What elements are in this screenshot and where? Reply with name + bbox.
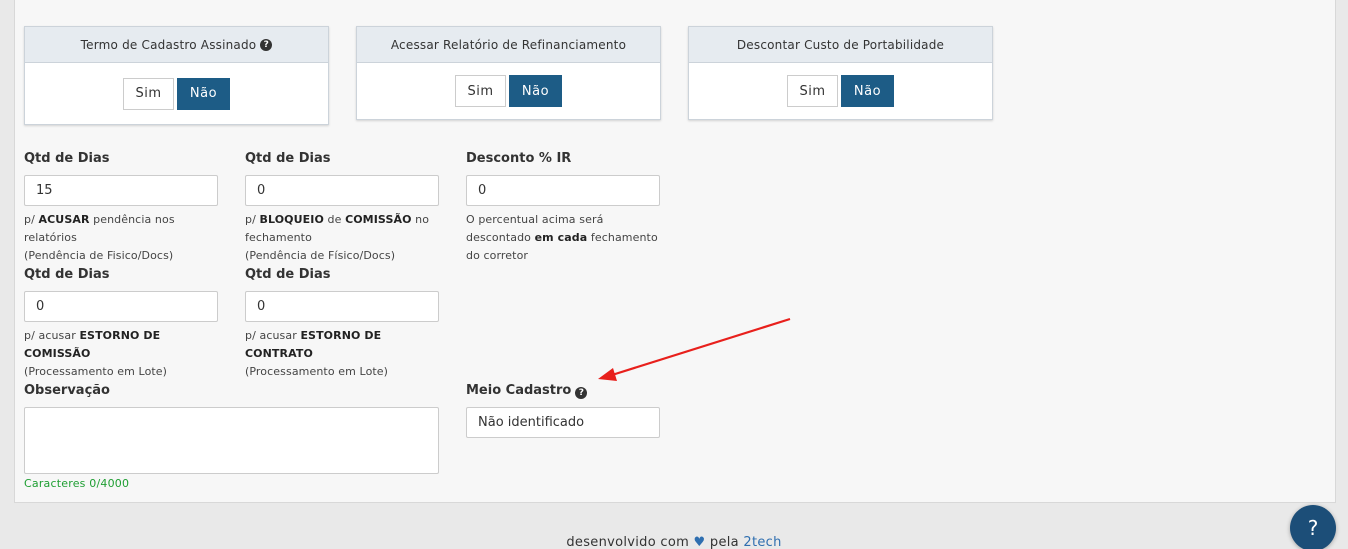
card-title: Termo de Cadastro Assinado [80, 37, 257, 52]
dias-estorno-contrato-input[interactable]: 0 [245, 291, 439, 322]
card-relatorio-refinanciamento: Acessar Relatório de Refinanciamento Sim… [356, 26, 661, 120]
nao-button[interactable]: Não [177, 77, 230, 110]
desconto-ir-input[interactable]: 0 [466, 175, 660, 206]
field-label: Qtd de Dias [245, 151, 331, 166]
field-observacao: Observação Caracteres 0/4000 [24, 383, 439, 490]
field-dias-pendencia: Qtd de Dias 15 p/ ACUSAR pendência nos r… [24, 151, 219, 265]
field-help: O percentual acima será descontado em ca… [466, 213, 658, 262]
char-counter: Caracteres 0/4000 [24, 477, 130, 490]
field-label: Desconto % IR [466, 151, 572, 166]
sim-button[interactable]: Sim [123, 77, 174, 110]
field-help: p/ ACUSAR pendência nos relatórios (Pendê… [24, 213, 175, 262]
field-label: Qtd de Dias [24, 267, 110, 282]
footer: desenvolvido com ♥ pela 2tech [566, 535, 782, 549]
card-header: Acessar Relatório de Refinanciamento [357, 27, 660, 63]
field-help: p/ acusar ESTORNO DE CONTRATO (Processame… [245, 329, 389, 378]
field-meio-cadastro: Meio Cadastro? Não identificado [466, 383, 661, 438]
dias-pendencia-input[interactable]: 15 [24, 175, 218, 206]
card-header: Termo de Cadastro Assinado ? [25, 27, 328, 63]
sim-button[interactable]: Sim [455, 75, 506, 107]
field-label: Qtd de Dias [24, 151, 110, 166]
brand-link[interactable]: 2tech [743, 535, 781, 549]
field-dias-estorno-comissao: Qtd de Dias 0 p/ acusar ESTORNO DE COMIS… [24, 267, 219, 381]
help-button[interactable]: ? [1290, 505, 1336, 549]
sim-button[interactable]: Sim [787, 75, 838, 107]
field-label: Qtd de Dias [245, 267, 331, 282]
card-title: Acessar Relatório de Refinanciamento [390, 37, 627, 52]
question-icon[interactable]: ? [575, 387, 588, 399]
field-label: Meio Cadastro? [466, 383, 661, 403]
nao-button[interactable]: Não [841, 75, 894, 107]
card-title: Descontar Custo de Portabilidade [736, 37, 945, 52]
card-custo-portabilidade: Descontar Custo de Portabilidade Sim Não [688, 26, 993, 120]
observacao-textarea[interactable] [24, 407, 439, 474]
dias-bloqueio-input[interactable]: 0 [245, 175, 439, 206]
field-desconto-ir: Desconto % IR 0 O percentual acima será … [466, 151, 661, 265]
field-dias-estorno-contrato: Qtd de Dias 0 p/ acusar ESTORNO DE CONTR… [245, 267, 440, 381]
field-help: p/ acusar ESTORNO DE COMISSÃO (Processame… [24, 329, 168, 378]
field-label: Observação [24, 383, 110, 398]
field-help: p/ BLOQUEIO de COMISSÃO no fechamento (Pe… [245, 213, 430, 262]
field-dias-bloqueio: Qtd de Dias 0 p/ BLOQUEIO de COMISSÃO no… [245, 151, 440, 265]
nao-button[interactable]: Não [509, 75, 562, 107]
question-icon[interactable]: ? [260, 38, 273, 51]
dias-estorno-comissao-input[interactable]: 0 [24, 291, 218, 322]
heart-icon: ♥ [693, 535, 706, 549]
card-header: Descontar Custo de Portabilidade [689, 27, 992, 63]
card-termo-cadastro: Termo de Cadastro Assinado ? Sim Não [24, 26, 329, 125]
meio-cadastro-input[interactable]: Não identificado [466, 407, 660, 438]
